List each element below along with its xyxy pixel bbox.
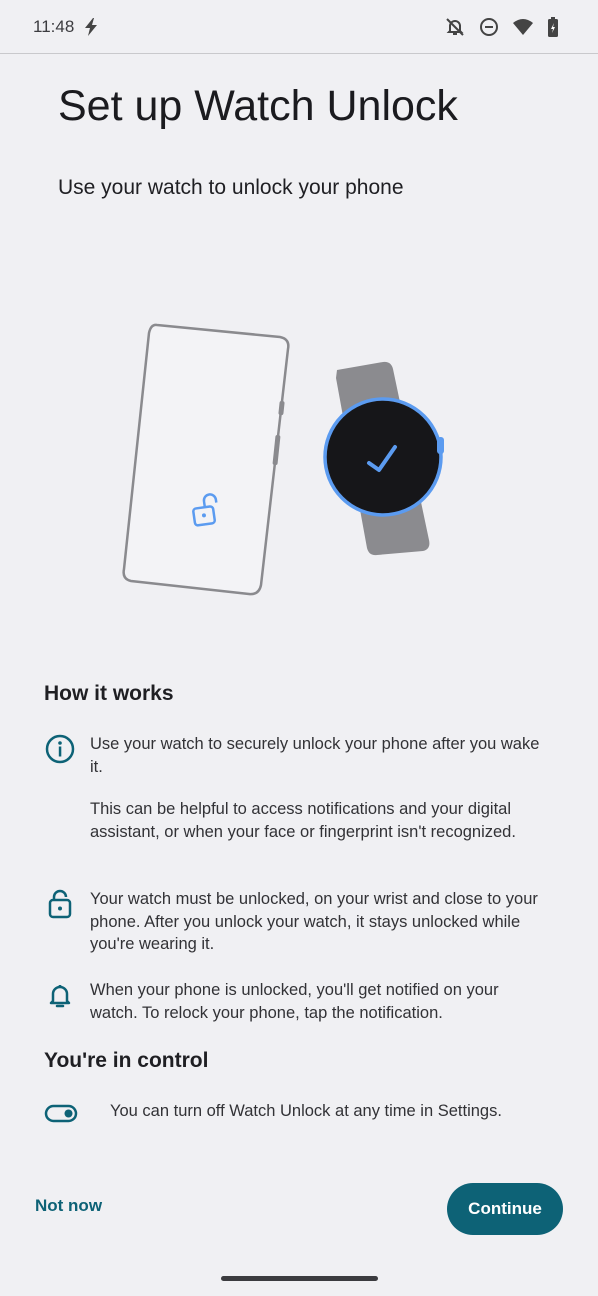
do-not-disturb-icon [478,16,500,38]
bell-icon [44,979,76,1011]
info-text-control: You can turn off Watch Unlock at any tim… [110,1102,502,1120]
navigation-handle[interactable] [221,1276,378,1281]
status-icons [444,16,560,38]
continue-button[interactable]: Continue [447,1183,563,1235]
watch-phone-illustration [122,323,444,596]
info-text-wrist: Your watch must be unlocked, on your wri… [90,890,538,953]
watch-illustration [323,361,444,556]
info-row-notify: When your phone is unlocked, you'll get … [44,979,554,1029]
info-text-helpful: This can be helpful to access notificati… [90,800,516,841]
lock-icon [44,888,76,920]
toggle-icon [44,1102,78,1134]
control-heading: You're in control [44,1049,209,1072]
info-text-notify: When your phone is unlocked, you'll get … [90,981,499,1022]
status-bar: 11:48 [0,0,598,54]
not-now-button[interactable]: Not now [35,1196,102,1216]
notifications-off-icon [444,16,466,38]
charging-bolt-icon [82,17,100,42]
page-subtitle: Use your watch to unlock your phone [58,176,404,199]
info-row-control: You can turn off Watch Unlock at any tim… [44,1100,554,1134]
phone-illustration [122,323,290,596]
wifi-icon [512,16,534,38]
status-time: 11:48 [33,17,75,36]
how-it-works-heading: How it works [44,682,174,705]
page-title: Set up Watch Unlock [58,82,458,130]
info-text-unlock: Use your watch to securely unlock your p… [90,735,540,776]
battery-icon [546,16,560,38]
info-row-unlock: Use your watch to securely unlock your p… [44,733,554,863]
info-row-wrist: Your watch must be unlocked, on your wri… [44,888,554,958]
info-icon [44,733,76,765]
